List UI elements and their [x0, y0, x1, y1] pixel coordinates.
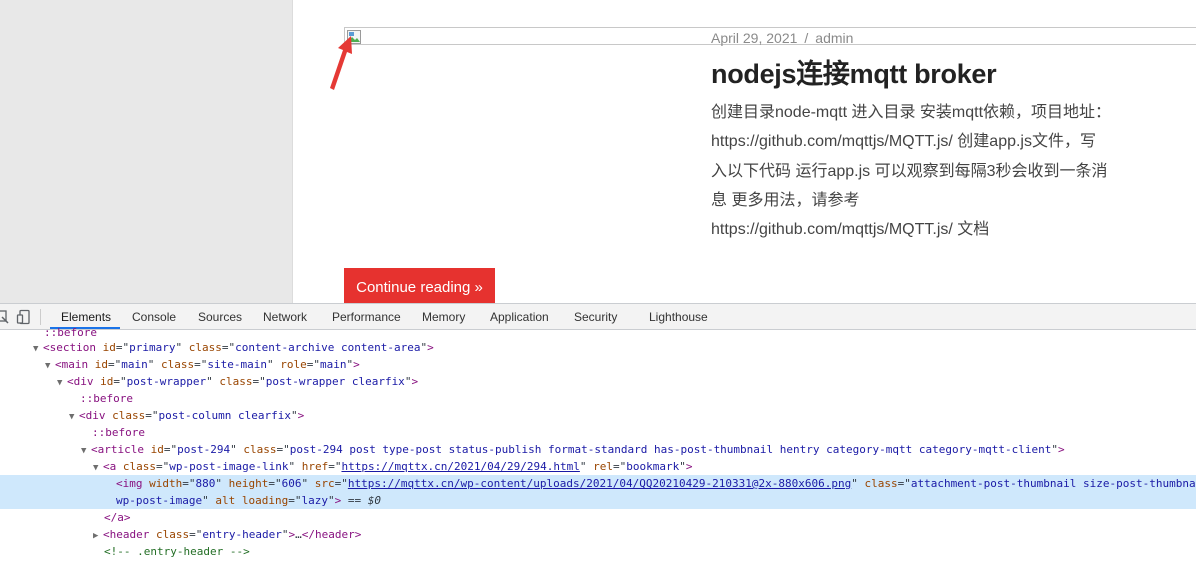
post-date[interactable]: April 29, 2021 [711, 30, 797, 46]
continue-reading-button[interactable]: Continue reading » [344, 268, 495, 303]
excerpt-line: 入以下代码 运行app.js 可以观察到每隔3秒会收到一条消 [711, 162, 1108, 180]
expanded-triangle-icon[interactable]: ▼ [57, 375, 67, 390]
href-link[interactable]: https://mqttx.cn/2021/04/29/294.html [341, 460, 579, 473]
dom-node-img-selected[interactable]: <img width="880" height="606" src="https… [0, 475, 1196, 492]
dom-node-a-close[interactable]: </a> [0, 509, 1196, 526]
expanded-triangle-icon[interactable]: ▼ [69, 409, 79, 424]
excerpt-line: https://github.com/mqttjs/MQTT.js/ 文档 [711, 221, 990, 239]
dom-node-a-post-image-link[interactable]: ▼ <a class="wp-post-image-link" href="htt… [0, 458, 1196, 475]
left-sidebar-area [0, 0, 293, 303]
devtools-panel: Elements Console Sources Network Perform… [0, 303, 1196, 563]
selected-node-marker: == $0 [347, 494, 381, 507]
post-author[interactable]: admin [815, 30, 853, 46]
src-link[interactable]: https://mqttx.cn/wp-content/uploads/2021… [348, 477, 851, 490]
expanded-triangle-icon[interactable]: ▼ [93, 460, 103, 475]
toolbar-divider [40, 309, 41, 325]
dom-node-before-pseudo[interactable]: ::before [0, 390, 1196, 407]
collapsed-triangle-icon[interactable]: ▶ [93, 528, 103, 543]
dom-node-div-post-column[interactable]: ▼ <div class="post-column clearfix"> [0, 407, 1196, 424]
dom-node-comment[interactable]: <!-- .entry-header --> [0, 543, 1196, 560]
expanded-triangle-icon[interactable]: ▼ [81, 443, 91, 458]
expanded-triangle-icon[interactable]: ▼ [33, 341, 43, 356]
dom-node-main[interactable]: ▼ <main id="main" class="site-main" role=… [0, 356, 1196, 373]
inspect-element-icon[interactable] [0, 309, 10, 325]
expanded-triangle-icon[interactable]: ▼ [45, 358, 55, 373]
dom-node-section[interactable]: ▼ <section id="primary" class="content-ar… [0, 339, 1196, 356]
dom-tree: ::before ▼ <section id="primary" class="c… [0, 326, 1196, 563]
excerpt-line: 创建目录node-mqtt 进入目录 安装mqtt依赖，项目地址： [711, 104, 1112, 121]
dom-node-img-continuation[interactable]: wp-post-image" alt loading="lazy"> == $0 [0, 492, 1196, 509]
red-arrow-annotation-icon [330, 36, 352, 90]
post-meta: April 29, 2021 / admin [711, 30, 853, 46]
meta-separator: / [804, 30, 809, 46]
excerpt-line: https://github.com/mqttjs/MQTT.js/ 创建app… [711, 133, 1096, 151]
webpage-viewport: April 29, 2021 / admin nodejs连接mqtt broker… [0, 0, 1196, 303]
post-title[interactable]: nodejs连接mqtt broker [711, 52, 997, 91]
dom-node-div-post-wrapper[interactable]: ▼ <div id="post-wrapper" class="post-wrap… [0, 373, 1196, 390]
excerpt-line: 息 更多用法，请参考 [711, 191, 860, 209]
device-toolbar-icon[interactable] [16, 309, 32, 325]
dom-node-before-pseudo[interactable]: ::before [0, 424, 1196, 441]
post-excerpt: 创建目录node-mqtt 进入目录 安装mqtt依赖，项目地址： https:… [711, 98, 1136, 244]
dom-node-article[interactable]: ▼ <article id="post-294" class="post-294 … [0, 441, 1196, 458]
dom-node-header[interactable]: ▶ <header class="entry-header">…</header> [0, 526, 1196, 543]
